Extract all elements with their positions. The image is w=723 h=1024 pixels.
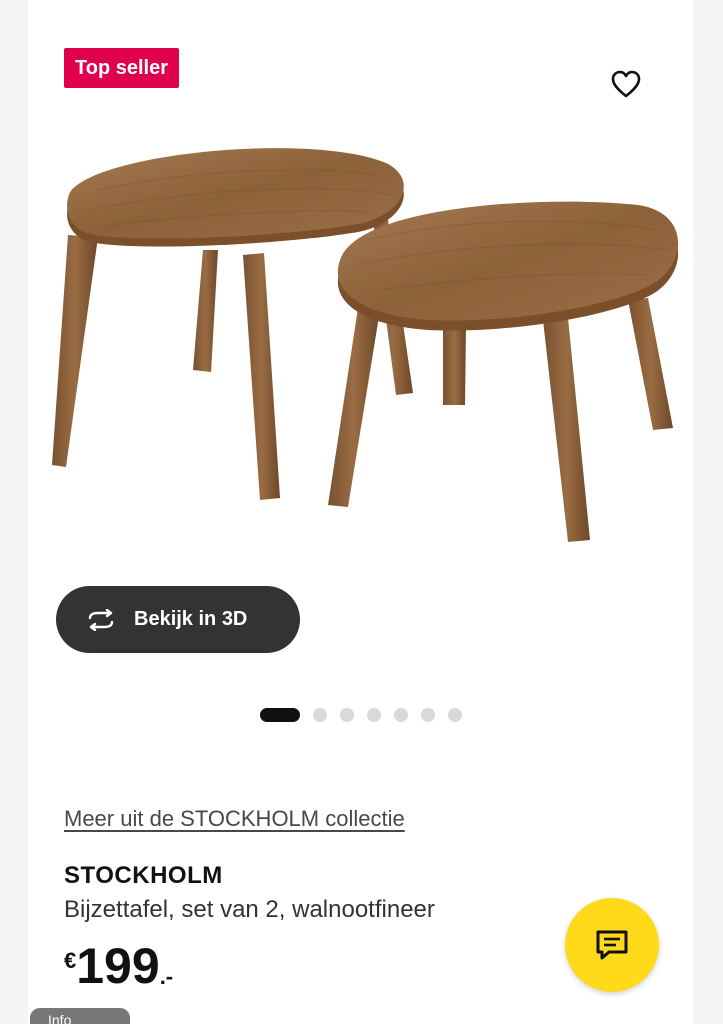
chat-button[interactable]	[565, 898, 659, 992]
chat-bubble-icon	[596, 930, 628, 960]
bottom-sheet-tab[interactable]: Info	[30, 1008, 130, 1024]
top-seller-badge: Top seller	[64, 48, 179, 88]
heart-outline-icon	[611, 70, 641, 98]
rotate-3d-icon	[88, 608, 114, 631]
carousel-dot[interactable]	[394, 708, 408, 722]
carousel-dot-active[interactable]	[260, 708, 300, 722]
price-currency: €	[64, 948, 77, 973]
carousel-dot[interactable]	[448, 708, 462, 722]
view-in-3d-button[interactable]: Bekijk in 3D	[56, 586, 300, 653]
carousel-dot[interactable]	[313, 708, 327, 722]
view-in-3d-label: Bekijk in 3D	[134, 608, 248, 630]
carousel-dot[interactable]	[421, 708, 435, 722]
price-suffix: .-	[159, 964, 174, 989]
carousel-indicator	[260, 706, 462, 724]
product-page: Top seller Bekijk in 3D Meer uit de STOC…	[0, 0, 723, 1024]
product-price: € 199 .-	[64, 940, 173, 992]
collection-link[interactable]: Meer uit de STOCKHOLM collectie	[64, 806, 405, 832]
price-integer: 199	[76, 938, 160, 994]
product-description: Bijzettafel, set van 2, walnootfineer	[64, 896, 435, 923]
bottom-sheet-tab-label: Info	[48, 1012, 72, 1024]
favorite-button[interactable]	[604, 62, 648, 106]
product-image[interactable]	[28, 120, 693, 570]
carousel-dot[interactable]	[340, 708, 354, 722]
carousel-dot[interactable]	[367, 708, 381, 722]
product-name: STOCKHOLM	[64, 862, 223, 889]
